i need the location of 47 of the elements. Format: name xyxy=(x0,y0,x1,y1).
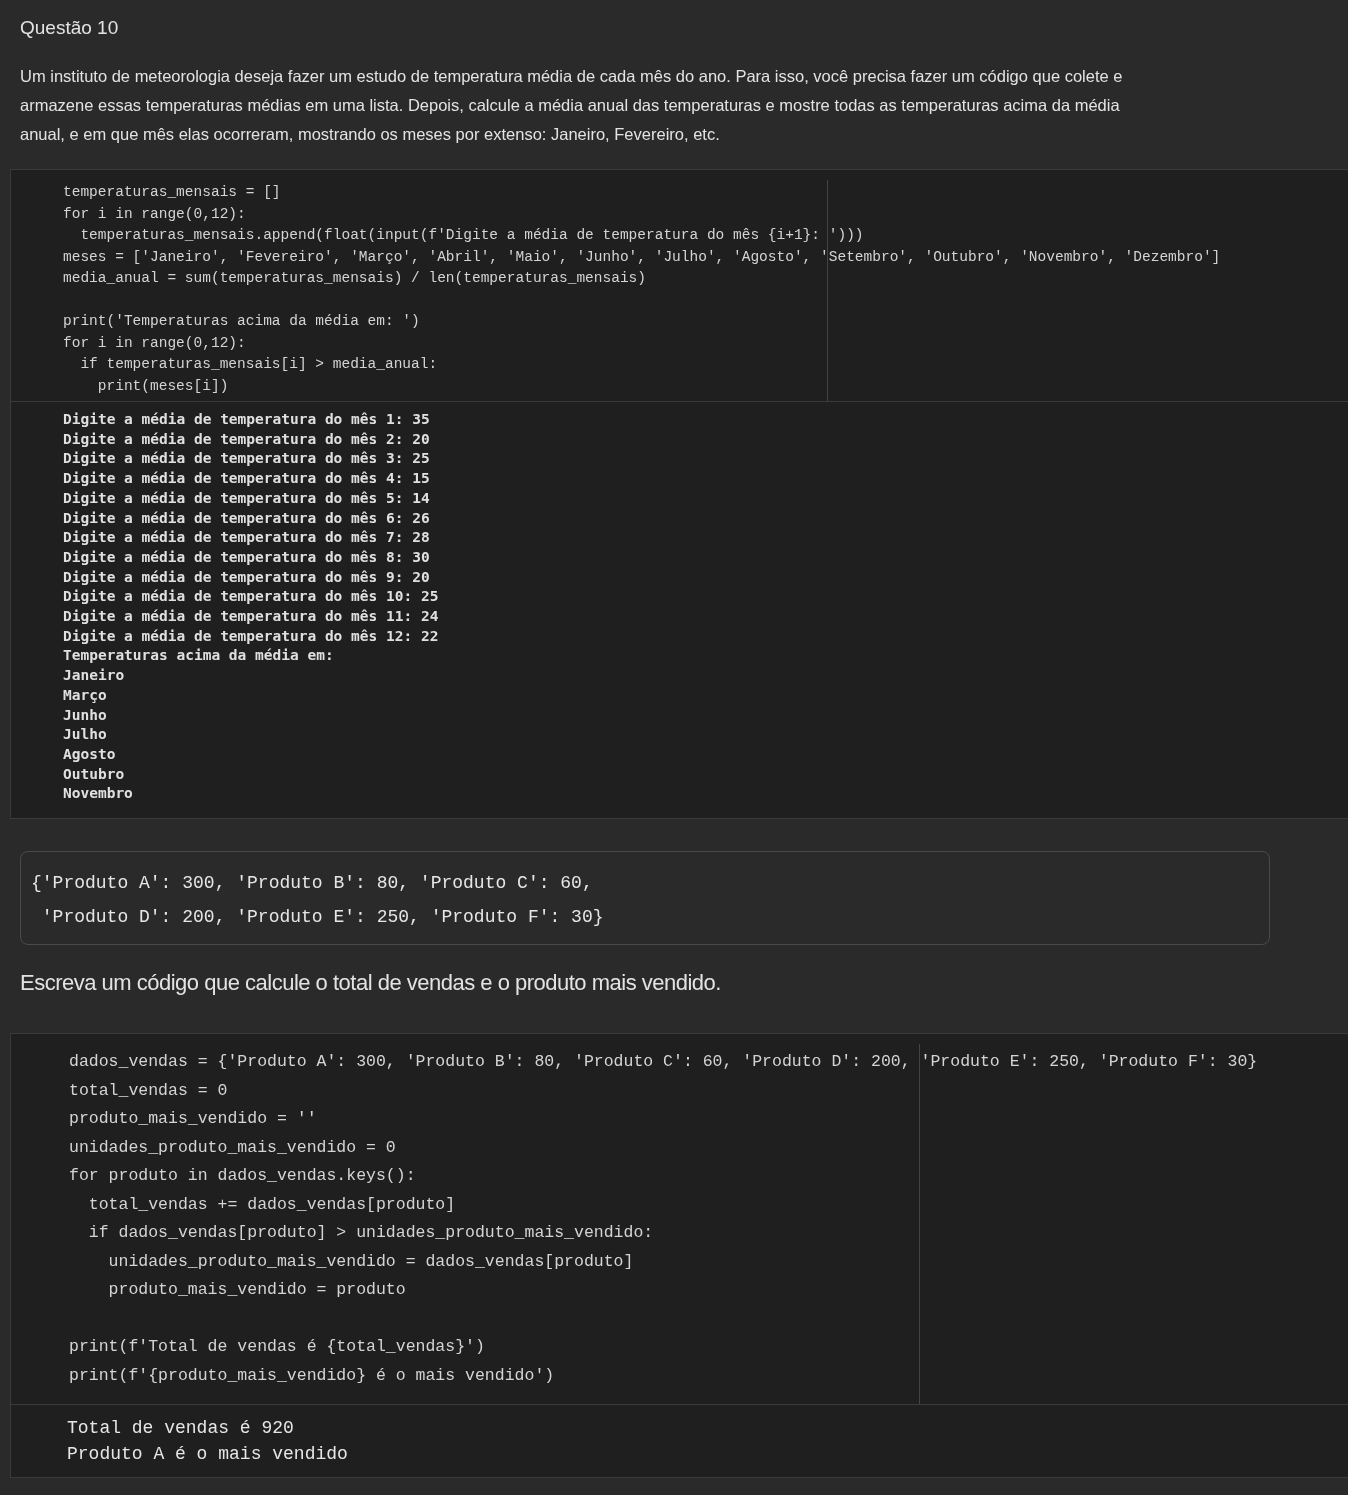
output-line: Digite a média de temperatura do mês 11: 24 xyxy=(63,607,440,627)
output-line: Digite a média de temperatura do mês 2: 20 xyxy=(63,429,431,449)
code-line: 'Produto D': 200, 'Produto E': 250, 'Produto F': 30} xyxy=(40,906,605,930)
output-line: Temperaturas acima da média em: xyxy=(63,646,335,666)
output-line: Digite a média de temperatura do mês 3: 25 xyxy=(63,449,431,469)
code-line: media_anual = sum(temperaturas_mensais) / len(temperaturas_mensais) xyxy=(63,269,647,288)
code-line: for i in range(0,12): xyxy=(63,333,247,353)
code-line: for produto in dados_vendas.keys(): xyxy=(69,1165,417,1188)
output-line: Digite a média de temperatura do mês 7: 28 xyxy=(63,528,431,548)
output-line: Outubro xyxy=(63,764,126,784)
output-line: Digite a média de temperatura do mês 5: 14 xyxy=(63,488,431,508)
code-line: temperaturas_mensais.append(float(input(f'Digite a média de temperatura do mês {i+1}: '))) xyxy=(79,226,865,245)
code-line: print(f'Total de vendas é {total_vendas}') xyxy=(69,1336,486,1359)
output-line: Março xyxy=(63,685,108,705)
output-line: Digite a média de temperatura do mês 10: 25 xyxy=(63,587,440,607)
output-line: Digite a média de temperatura do mês 1: 35 xyxy=(63,410,431,429)
code-line: if dados_vendas[produto] > unidades_produto_mais_vendido: xyxy=(87,1222,655,1245)
output-line: Digite a média de temperatura do mês 6: 26 xyxy=(63,508,431,528)
output-line: Julho xyxy=(63,725,108,745)
output-line: Produto A é o mais vendido xyxy=(67,1443,349,1467)
code-line: produto_mais_vendido = '' xyxy=(69,1108,318,1131)
code-line: dados_vendas = {'Produto A': 300, 'Produto B': 80, 'Produto C': 60, 'Produto D': 200, 'Produto E': 250, 'Produto F': 30} xyxy=(69,1051,1259,1074)
code-line: print('Temperaturas acima da média em: ') xyxy=(63,312,421,331)
code-line: meses = ['Janeiro', 'Fevereiro', 'Março', 'Abril', 'Maio', 'Junho', 'Julho', 'Agosto', 'Setembro', 'Outubro', 'Novembro', 'Dezembro'] xyxy=(63,247,1222,267)
output-line: Junho xyxy=(63,705,108,725)
question-text: Um instituto de meteorologia deseja fazer um estudo de temperatura média de cada mês do ano. Para isso, você precisa fazer um código que colete e armazene essas temperaturas médias em uma lista. Depois, calcule a média anual das temperaturas e mostre todas as temperaturas acima da média anual, e em que mês elas ocorreram, mostrando os meses por extenso: Janeiro, Fevereiro, etc. xyxy=(20,66,1124,145)
code-line: print(f'{produto_mais_vendido} é o mais vendido') xyxy=(69,1364,556,1387)
output-line: Digite a média de temperatura do mês 8: 30 xyxy=(63,547,431,567)
question-title: Questão 10 xyxy=(20,16,120,40)
code-line: temperaturas_mensais = [] xyxy=(63,183,282,202)
code-line: produto_mais_vendido = produto xyxy=(107,1279,407,1302)
code-line: unidades_produto_mais_vendido = dados_vendas[produto] xyxy=(107,1250,635,1273)
output-line: Novembro xyxy=(63,784,134,804)
output-line: Digite a média de temperatura do mês 9: 20 xyxy=(63,567,431,587)
output-line: Total de vendas é 920 xyxy=(67,1417,295,1441)
code-line: {'Produto A': 300, 'Produto B': 80, 'Produto C': 60, xyxy=(31,872,594,896)
code-line: total_vendas = 0 xyxy=(69,1079,229,1102)
code-line: print(meses[i]) xyxy=(96,376,230,396)
prompt-text: Escreva um código que calcule o total de vendas e o produto mais vendido. xyxy=(20,969,722,998)
output-line: Digite a média de temperatura do mês 12: 22 xyxy=(63,626,440,646)
output-line: Digite a média de temperatura do mês 4: 15 xyxy=(63,469,431,489)
output-line: Janeiro xyxy=(63,666,126,686)
output-line: Agosto xyxy=(63,744,117,764)
code-line: total_vendas += dados_vendas[produto] xyxy=(87,1193,457,1216)
code-line: if temperaturas_mensais[i] > media_anual: xyxy=(79,355,439,374)
code-line: unidades_produto_mais_vendido = 0 xyxy=(69,1136,397,1159)
code-line: for i in range(0,12): xyxy=(63,204,247,224)
